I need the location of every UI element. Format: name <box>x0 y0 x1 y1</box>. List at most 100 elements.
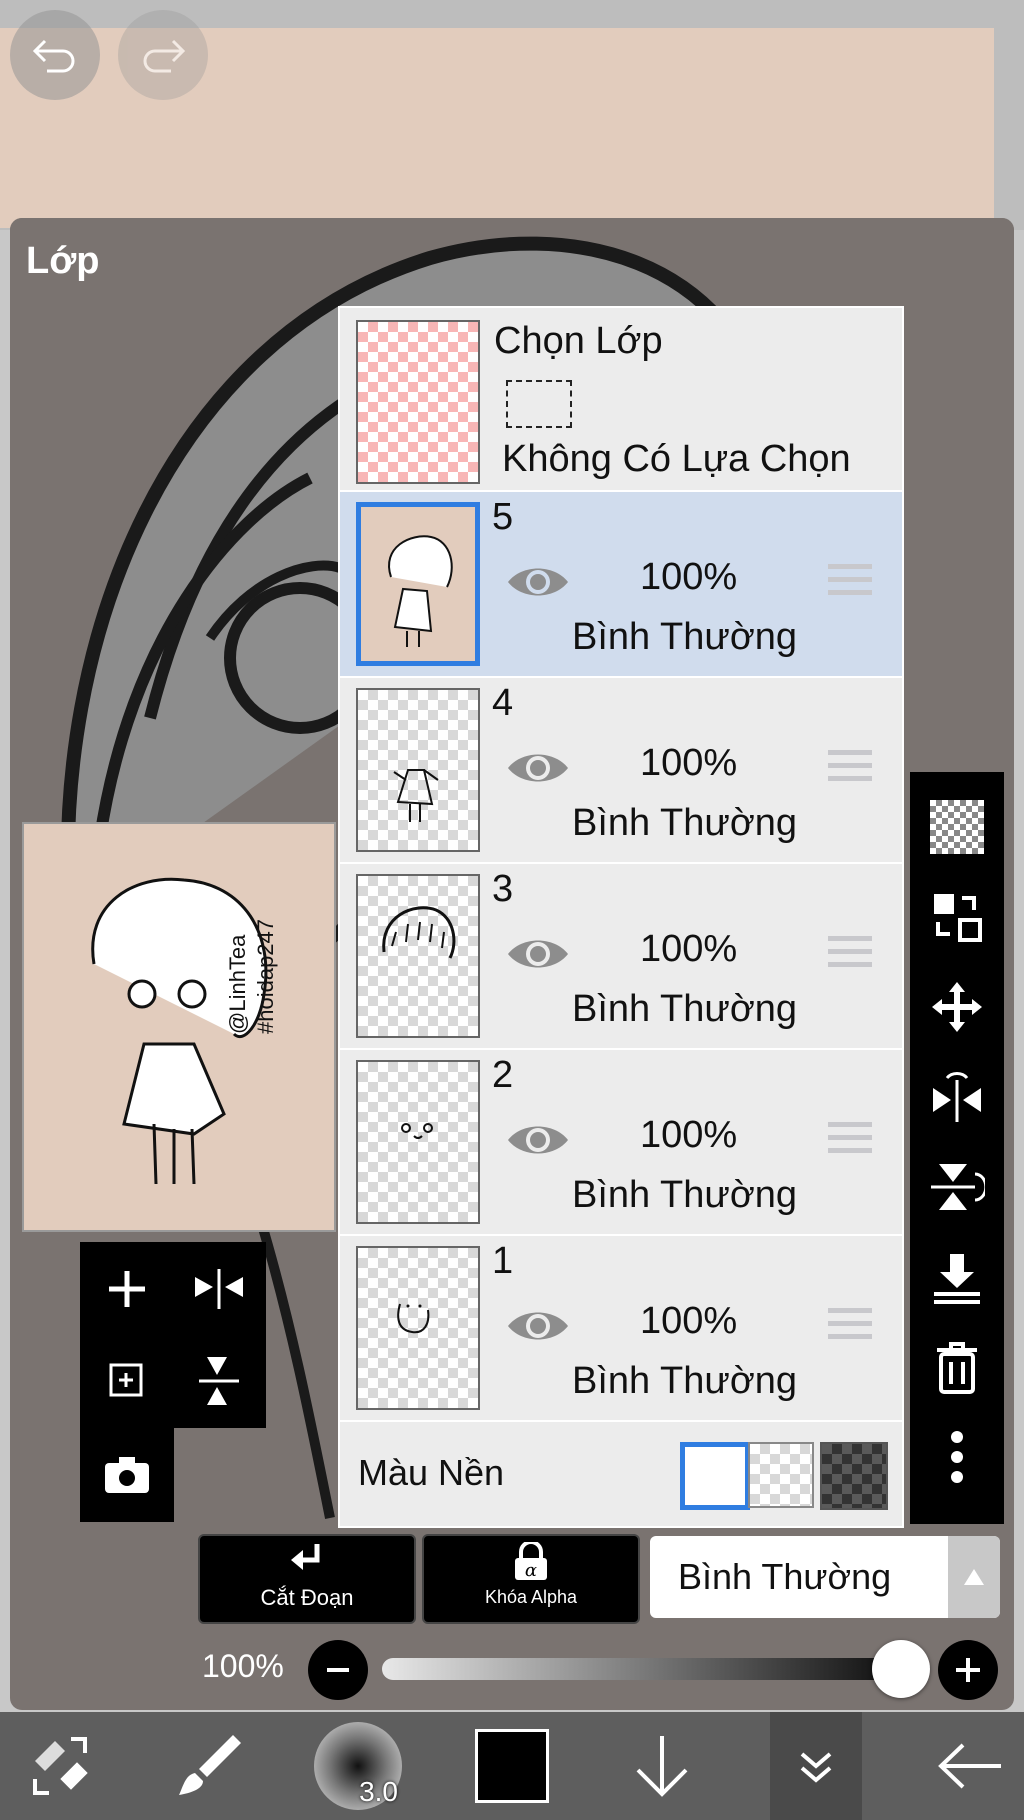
chevrons-down-icon <box>800 1752 832 1783</box>
selection-layer-thumbnail <box>356 320 480 484</box>
eye-icon[interactable] <box>506 1306 570 1346</box>
preview-drawing <box>91 877 268 1185</box>
selection-marquee-icon <box>506 380 572 428</box>
background-color-row: Màu Nền <box>340 1422 902 1526</box>
layer-row[interactable]: 4 100% Bình Thường <box>340 678 902 864</box>
brush-size-button[interactable]: 3.0 <box>308 1712 408 1820</box>
eye-icon[interactable] <box>506 748 570 788</box>
eye-icon[interactable] <box>506 562 570 602</box>
layer-down-button[interactable] <box>612 1712 712 1820</box>
selection-layer-row[interactable]: Chọn Lớp Không Có Lựa Chọn <box>340 308 902 492</box>
opacity-increase-button[interactable] <box>938 1640 998 1700</box>
layer-row[interactable]: 2 100% Bình Thường <box>340 1050 902 1236</box>
merge-down-button[interactable] <box>910 1232 1004 1322</box>
camera-button[interactable] <box>82 1430 172 1520</box>
alpha-lock-label: Khóa Alpha <box>484 1587 578 1607</box>
back-button[interactable] <box>920 1712 1020 1820</box>
swap-layers-button[interactable] <box>910 872 1004 962</box>
plus-icon <box>109 1271 145 1307</box>
flip-horizontal-layer-button[interactable] <box>910 1052 1004 1142</box>
undo-button[interactable] <box>10 10 100 100</box>
duplicate-icon <box>109 1363 143 1397</box>
flip-horizontal-button[interactable] <box>174 1244 264 1334</box>
background-label: Màu Nền <box>358 1452 505 1493</box>
layer-blend-mode: Bình Thường <box>572 988 798 1030</box>
add-layer-button[interactable] <box>82 1244 172 1334</box>
blend-mode-dropdown-button[interactable] <box>948 1536 1000 1618</box>
eye-icon[interactable] <box>506 934 570 974</box>
canvas-preview[interactable]: @LinhTea #hoidap247 <box>22 822 336 1232</box>
arrow-left-icon <box>938 1743 1001 1789</box>
layer-row[interactable]: 3 100% Bình Thường <box>340 864 902 1050</box>
layer-opacity: 100% <box>640 1114 738 1156</box>
bottom-toolbar: 3.0 <box>0 1712 1024 1820</box>
drag-handle-icon[interactable] <box>828 1308 872 1344</box>
layer-number: 2 <box>492 1054 514 1096</box>
opacity-slider-thumb[interactable] <box>872 1640 930 1698</box>
flip-vertical-layer-button[interactable] <box>910 1142 1004 1232</box>
layer-blend-mode: Bình Thường <box>572 1174 798 1216</box>
transparency-checker-button[interactable] <box>910 782 1004 872</box>
delete-layer-button[interactable] <box>910 1322 1004 1412</box>
drag-handle-icon[interactable] <box>828 564 872 600</box>
trash-icon <box>937 1342 977 1394</box>
more-options-button[interactable] <box>910 1412 1004 1502</box>
swap-icon <box>934 894 982 942</box>
panel-title: Lớp <box>26 240 100 282</box>
brush-icon <box>179 1735 241 1795</box>
alpha-lock-button[interactable]: α Khóa Alpha <box>422 1534 640 1624</box>
flip-horizontal-icon <box>195 1269 243 1309</box>
brush-size-value: 3.0 <box>359 1776 398 1807</box>
layer-thumbnail <box>356 874 480 1038</box>
layer-opacity: 100% <box>640 742 738 784</box>
flip-horizontal-icon <box>933 1072 981 1122</box>
drag-handle-icon[interactable] <box>828 750 872 786</box>
watermark-author: @LinhTea <box>225 934 250 1034</box>
move-icon <box>932 982 982 1032</box>
flip-vertical-icon <box>199 1357 239 1405</box>
layer-row[interactable]: 1 100% Bình Thường <box>340 1236 902 1422</box>
eye-icon[interactable] <box>506 1120 570 1160</box>
color-picker-button[interactable] <box>462 1712 562 1820</box>
move-button[interactable] <box>910 962 1004 1052</box>
selection-status: Không Có Lựa Chọn <box>502 438 851 480</box>
layer-tools-toolbar <box>910 772 1004 1524</box>
background-dark-option[interactable] <box>820 1442 888 1510</box>
clipping-label: Cắt Đoạn <box>260 1585 354 1610</box>
flip-vertical-button[interactable] <box>174 1336 264 1426</box>
camera-icon <box>105 1457 149 1493</box>
duplicate-layer-button[interactable] <box>82 1336 172 1426</box>
layers-panel-toggle-button[interactable] <box>770 1712 862 1820</box>
redo-icon <box>143 39 186 73</box>
opacity-decrease-button[interactable] <box>308 1640 368 1700</box>
merge-down-icon <box>934 1254 980 1304</box>
flip-vertical-icon <box>931 1164 985 1210</box>
brush-tool-button[interactable] <box>160 1712 260 1820</box>
clipping-button[interactable]: Cắt Đoạn <box>198 1534 416 1624</box>
layer-number: 5 <box>492 496 514 538</box>
layer-blend-mode: Bình Thường <box>572 616 798 658</box>
swap-tools-icon <box>33 1737 88 1795</box>
layer-row[interactable]: 5 100% Bình Thường <box>340 492 902 678</box>
background-white-option[interactable] <box>680 1442 750 1510</box>
current-color-swatch <box>475 1729 549 1803</box>
arrow-down-icon <box>636 1736 688 1797</box>
layer-blend-mode: Bình Thường <box>572 1360 798 1402</box>
layer-opacity: 100% <box>640 928 738 970</box>
blend-mode-value: Bình Thường <box>678 1556 892 1597</box>
selection-layer-title: Chọn Lớp <box>494 320 663 362</box>
layer-thumbnail <box>356 688 480 852</box>
checkerboard-icon <box>930 800 984 854</box>
transform-tool-button[interactable] <box>10 1712 110 1820</box>
opacity-value-label: 100% <box>202 1648 284 1684</box>
undo-icon <box>32 39 75 73</box>
layer-number: 1 <box>492 1240 514 1282</box>
watermark-tag: #hoidap247 <box>253 918 278 1034</box>
background-transparent-option[interactable] <box>748 1442 814 1508</box>
layer-number: 4 <box>492 682 514 724</box>
drag-handle-icon[interactable] <box>828 936 872 972</box>
opacity-slider[interactable] <box>382 1658 930 1680</box>
redo-button[interactable] <box>118 10 208 100</box>
layer-opacity: 100% <box>640 1300 738 1342</box>
drag-handle-icon[interactable] <box>828 1122 872 1158</box>
